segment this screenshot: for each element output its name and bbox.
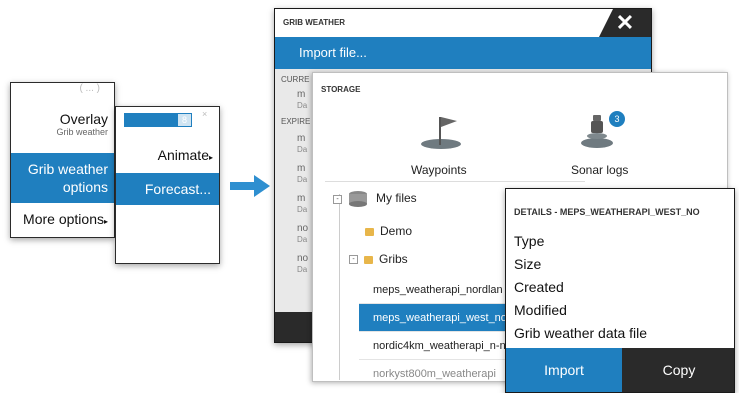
sonar-badge: 3 [614, 114, 619, 124]
close-icon: ✕ [615, 10, 635, 35]
list-item[interactable]: m Da [297, 193, 307, 215]
demo-label: Demo [380, 224, 413, 238]
detail-modified: Modified [514, 302, 567, 318]
folder-icon [365, 227, 374, 236]
tree-node-demo[interactable]: Demo [365, 224, 412, 238]
context-menu: ( ... ) Overlay Grib weather Grib weathe… [10, 82, 115, 238]
grib-submenu: 8 × Animate▸ Forecast... [115, 106, 220, 264]
gribs-label: Gribs [379, 252, 408, 266]
grib-weather-options-item[interactable]: Grib weather options [11, 153, 114, 203]
forecast-menu-item[interactable]: Forecast... [116, 173, 219, 205]
detail-type: Type [514, 233, 545, 249]
detail-size: Size [514, 256, 542, 272]
tree-guide [339, 194, 340, 380]
tree-node-gribs[interactable]: - Gribs [349, 252, 408, 266]
grib-options-line1: Grib weather [27, 161, 108, 177]
section-current: CURRE [281, 75, 310, 84]
sonar-logs-icon[interactable]: 3 [579, 109, 629, 151]
opacity-slider[interactable]: 8 [124, 113, 192, 127]
list-item[interactable]: m Da [297, 133, 307, 155]
detail-created: Created [514, 279, 564, 295]
collapse-icon[interactable]: - [349, 255, 358, 265]
arrow-right-icon [230, 175, 270, 197]
list-item[interactable]: no Da [297, 253, 308, 275]
collapse-icon[interactable]: - [333, 194, 342, 204]
details-title: DETAILS - MEPS_WEATHERAPI_WEST_NO [514, 207, 700, 217]
chevron-right-icon: ▸ [208, 153, 213, 162]
details-footer: Import Copy [506, 348, 734, 392]
folder-icon [364, 255, 373, 264]
slider-value: 8 [181, 115, 187, 125]
section-expired: EXPIRE [281, 117, 311, 126]
slider-close-icon[interactable]: × [202, 109, 207, 119]
waypoint-flag-icon[interactable] [419, 111, 463, 151]
more-options-item[interactable]: More options▸ [11, 207, 114, 231]
list-item[interactable]: no Da [297, 223, 308, 245]
copy-button[interactable]: Copy [622, 348, 734, 392]
list-item[interactable]: m Da [297, 163, 307, 185]
overlay-sublabel: Grib weather [56, 127, 108, 137]
details-dialog: DETAILS - MEPS_WEATHERAPI_WEST_NO Type S… [505, 188, 735, 393]
import-file-button[interactable]: Import file... [275, 37, 651, 69]
sonar-logs-label[interactable]: Sonar logs [571, 163, 628, 177]
chevron-right-icon: ▸ [103, 217, 108, 226]
dialog-title: GRIB WEATHER [275, 9, 651, 37]
storage-drive-icon [349, 191, 367, 207]
detail-file-type: Grib weather data file [514, 325, 648, 341]
animate-menu-item[interactable]: Animate▸ [116, 147, 219, 163]
animate-label: Animate [157, 147, 209, 163]
tree-node-my-files[interactable]: - My files [333, 190, 417, 208]
grib-options-line2: options [62, 179, 108, 195]
overlay-label: Overlay [59, 111, 108, 127]
list-item[interactable]: m Da [297, 89, 307, 111]
more-options-label: More options [23, 211, 104, 227]
menu-faded-item: ( ... ) [11, 83, 114, 97]
storage-title: STORAGE [321, 85, 361, 94]
slider-fill [125, 114, 178, 126]
waypoints-label[interactable]: Waypoints [411, 163, 467, 177]
import-button[interactable]: Import [506, 348, 622, 392]
my-files-label: My files [376, 191, 417, 206]
overlay-menu-item[interactable]: Overlay Grib weather [11, 111, 114, 145]
